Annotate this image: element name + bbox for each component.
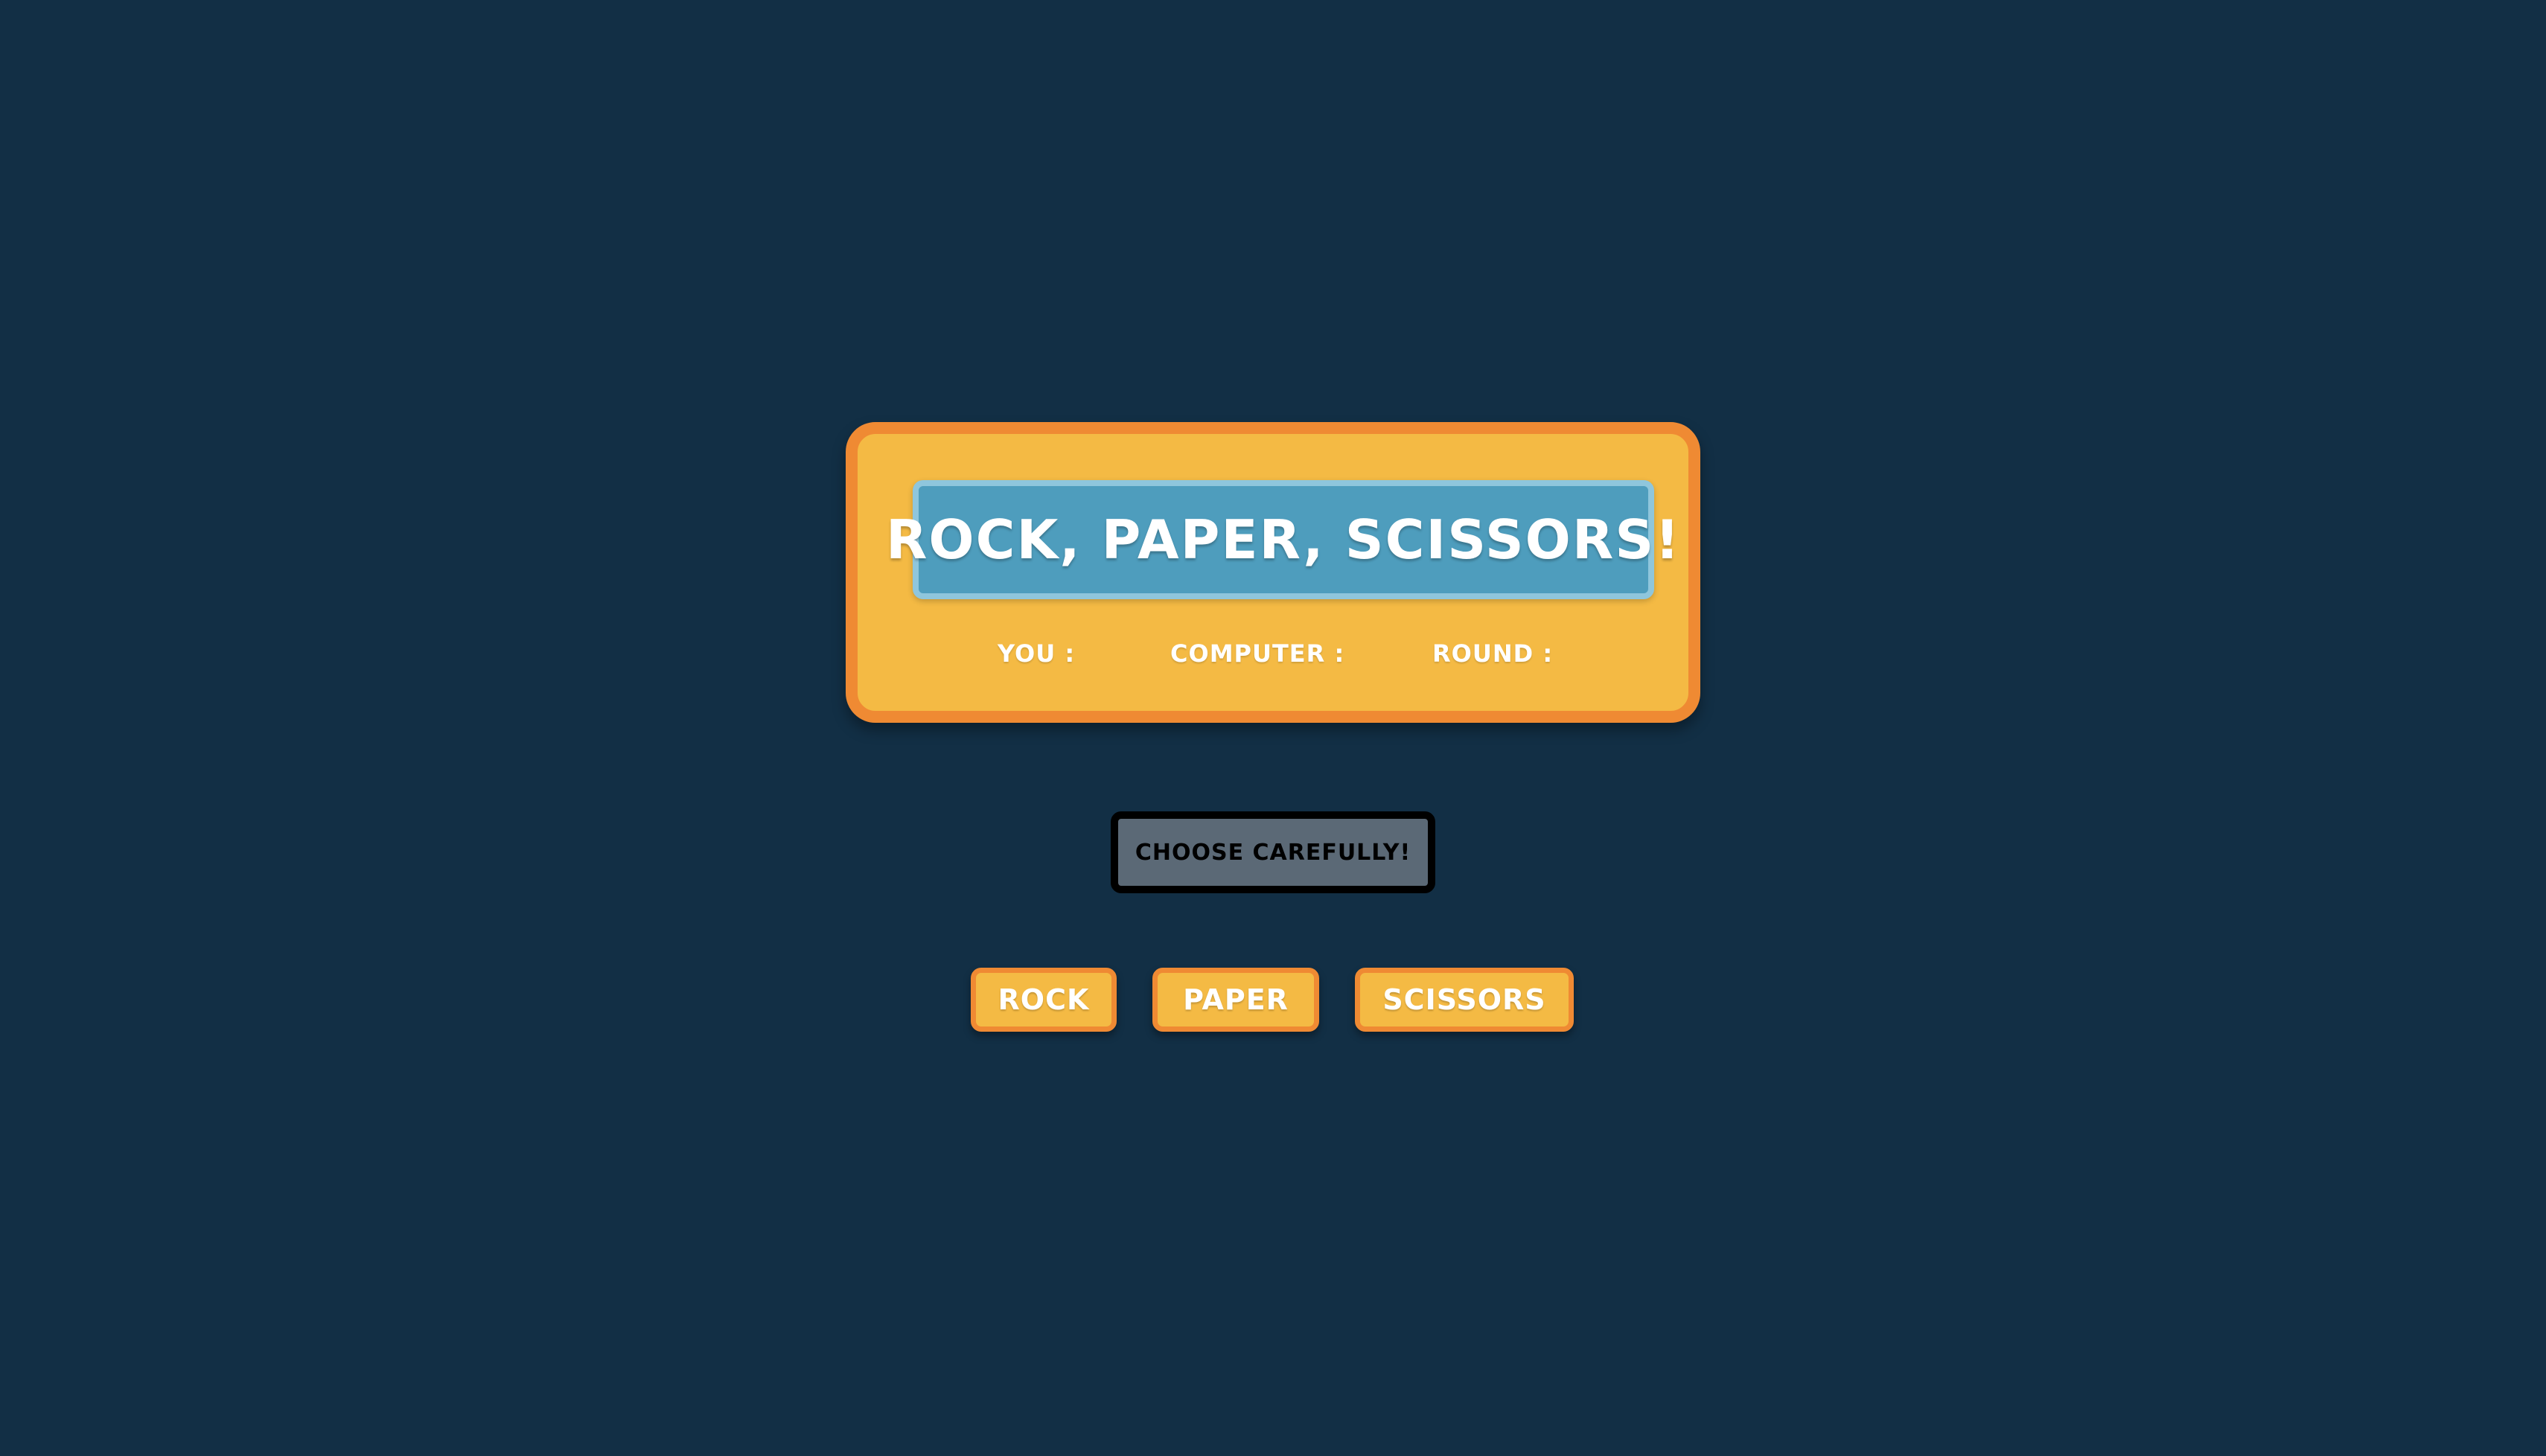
rock-button-label: ROCK <box>998 983 1090 1016</box>
status-message: CHOOSE CAREFULLY! <box>1135 839 1411 866</box>
game-title: ROCK, PAPER, SCISSORS! <box>885 508 1682 571</box>
scoreboard: ROCK, PAPER, SCISSORS! YOU : COMPUTER : … <box>846 422 1700 723</box>
paper-button-label: PAPER <box>1183 983 1289 1016</box>
scissors-button-label: SCISSORS <box>1382 983 1546 1016</box>
score-row: YOU : COMPUTER : ROUND : <box>858 639 1688 675</box>
message-box: CHOOSE CAREFULLY! <box>1111 811 1435 893</box>
round-counter: ROUND : <box>1432 639 1554 668</box>
paper-button[interactable]: PAPER <box>1152 968 1319 1032</box>
player-score: YOU : <box>998 639 1076 668</box>
computer-score: COMPUTER : <box>1170 639 1345 668</box>
scissors-button[interactable]: SCISSORS <box>1355 968 1574 1032</box>
rock-button[interactable]: ROCK <box>971 968 1117 1032</box>
title-panel: ROCK, PAPER, SCISSORS! <box>886 480 1679 599</box>
